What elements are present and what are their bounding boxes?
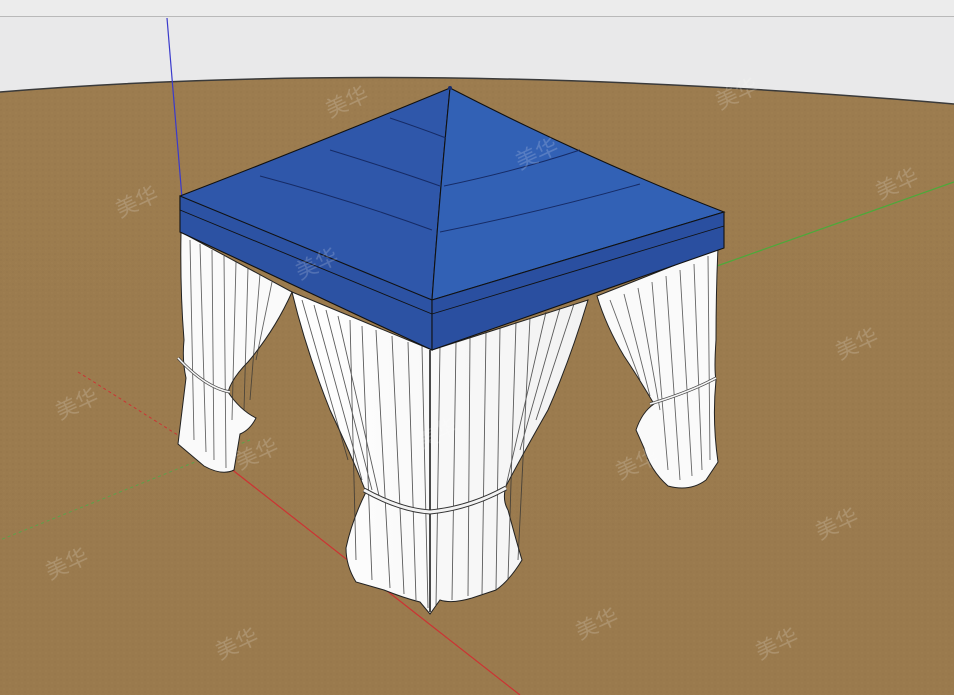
- modeling-viewport[interactable]: 美华 美华 美华 美华 美华 美华 美华 美华 美华 美华 美华 美华 美华 美…: [0, 0, 954, 695]
- scene-canvas[interactable]: 美华 美华 美华 美华 美华 美华 美华 美华 美华 美华 美华 美华 美华 美…: [0, 0, 954, 695]
